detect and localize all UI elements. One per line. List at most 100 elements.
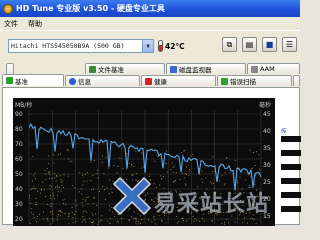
access-point — [235, 196, 237, 197]
tab-aam[interactable]: AAM — [247, 63, 300, 74]
access-point — [205, 177, 207, 179]
access-point — [84, 210, 86, 212]
access-point — [60, 210, 61, 212]
access-point — [254, 201, 256, 203]
access-point — [62, 180, 64, 182]
access-point — [30, 208, 32, 210]
access-point — [119, 181, 120, 182]
tab-info[interactable]: 信息 — [65, 75, 140, 86]
access-point — [223, 184, 225, 186]
access-point — [163, 187, 165, 189]
access-point — [139, 215, 141, 217]
access-point — [185, 200, 187, 202]
access-point — [33, 175, 35, 177]
y-tick-right: 30 — [263, 162, 271, 169]
access-point — [107, 220, 109, 222]
access-point — [82, 184, 84, 186]
access-point — [158, 202, 159, 203]
y-tick-right: 40 — [263, 128, 271, 135]
access-point — [258, 154, 260, 156]
access-point — [135, 199, 137, 201]
access-point — [97, 177, 99, 179]
access-point — [45, 173, 47, 175]
access-point — [40, 192, 41, 194]
access-point — [122, 168, 124, 170]
access-point — [86, 180, 88, 182]
access-point — [78, 191, 80, 193]
access-point — [85, 199, 87, 201]
benchmark-graph: 90 80 70 60 50 40 30 20 45 40 35 30 25 20 15 — [15, 110, 271, 225]
access-point — [83, 219, 85, 221]
tab-label: AAM — [260, 65, 275, 73]
access-point — [165, 192, 167, 194]
drive-select[interactable]: Hitachi HTS545050B9A (500 GB) ▼ — [8, 39, 154, 53]
access-point — [113, 215, 115, 217]
access-point — [133, 211, 135, 213]
tab-label: 错误扫描 — [230, 78, 256, 86]
access-point — [211, 183, 213, 185]
copy-all-button[interactable]: ▤ — [242, 37, 257, 52]
tab-overflow[interactable] — [293, 75, 300, 86]
access-point — [213, 182, 215, 184]
access-point — [175, 189, 177, 191]
access-point — [137, 213, 139, 215]
access-point — [112, 181, 114, 183]
access-point — [176, 222, 178, 224]
options-button[interactable]: ☰ — [282, 37, 297, 52]
access-point — [75, 221, 77, 222]
access-point — [229, 202, 230, 204]
access-point — [68, 212, 70, 214]
save-button[interactable]: ■ — [262, 37, 277, 52]
access-point — [181, 172, 183, 174]
chevron-down-icon[interactable]: ▼ — [142, 40, 153, 52]
access-point — [211, 220, 213, 222]
access-point — [236, 182, 238, 184]
access-point — [53, 173, 55, 175]
access-point — [72, 222, 74, 224]
menu-file[interactable]: 文件 — [4, 19, 18, 29]
y-axis-label-right: 毫秒 — [258, 102, 271, 109]
access-point — [117, 221, 119, 223]
access-point — [32, 180, 34, 182]
access-point — [60, 178, 62, 180]
access-point — [153, 200, 155, 202]
access-point — [92, 220, 94, 222]
tab-hidden[interactable] — [6, 63, 14, 74]
access-point — [126, 179, 128, 180]
access-point — [224, 171, 226, 173]
access-point — [82, 198, 84, 200]
tab-disk-monitor[interactable]: 磁盘监视器 — [166, 63, 246, 74]
access-point — [164, 194, 166, 196]
menu-help[interactable]: 帮助 — [28, 19, 42, 29]
access-point — [93, 197, 95, 199]
access-point — [155, 187, 157, 189]
y-tick-right: 20 — [263, 196, 271, 203]
tab-error-scan[interactable]: 错误扫描 — [217, 75, 292, 86]
access-point — [256, 189, 258, 191]
access-point — [138, 179, 140, 181]
access-point — [193, 207, 195, 209]
access-point — [257, 196, 259, 198]
access-point — [167, 171, 169, 173]
access-point — [202, 217, 204, 219]
tab-health[interactable]: 健康 — [141, 75, 216, 86]
tab-benchmark[interactable]: 基准 — [2, 74, 64, 86]
access-point — [205, 206, 206, 208]
access-point — [201, 178, 203, 180]
readout-bar — [281, 192, 301, 198]
access-point — [199, 220, 201, 222]
access-point — [165, 212, 167, 214]
access-point — [140, 152, 142, 154]
access-point — [221, 223, 223, 225]
access-point — [183, 150, 185, 152]
readout-bar — [281, 164, 301, 170]
access-point — [35, 178, 37, 179]
copy-button[interactable]: ⧉ — [222, 37, 237, 52]
access-point — [203, 213, 205, 215]
access-point — [109, 179, 110, 181]
access-point — [46, 168, 48, 170]
access-point — [234, 160, 236, 162]
access-point — [219, 180, 221, 182]
access-point — [51, 186, 53, 188]
tab-file-benchmark[interactable]: 文件基准 — [85, 63, 165, 74]
